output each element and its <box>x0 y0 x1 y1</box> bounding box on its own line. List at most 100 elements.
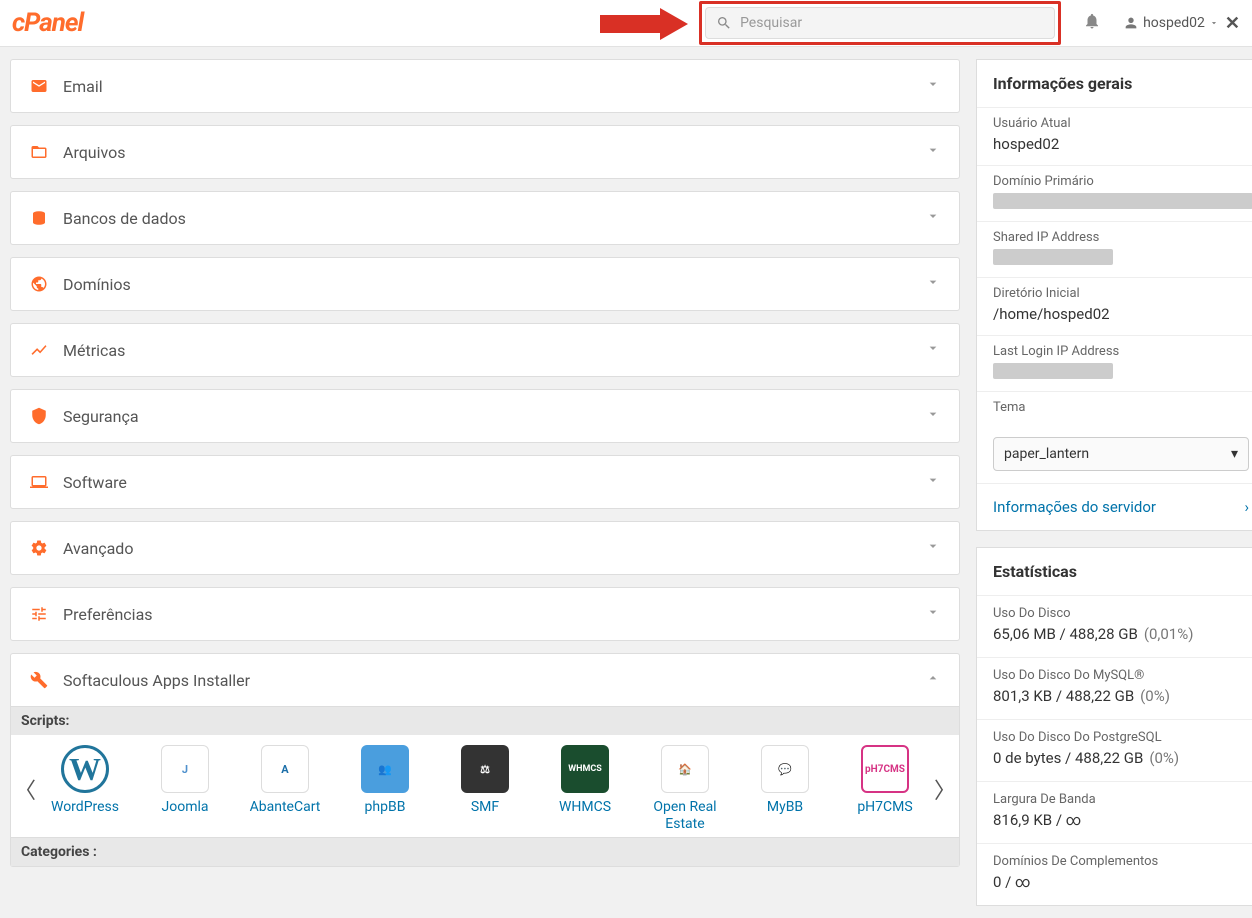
script-label: AbanteCart <box>250 799 321 816</box>
panel-title: Bancos de dados <box>63 209 186 228</box>
chevron-down-icon <box>925 208 941 228</box>
script-wordpress[interactable]: WWordPress <box>35 745 135 833</box>
stat-row: Uso Do Disco Do MySQL®801,3 KB / 488,22 … <box>977 657 1252 719</box>
stat-value: 0 de bytes / 488,22 GB(0%) <box>993 749 1249 767</box>
stat-label: Domínios De Complementos <box>993 854 1249 869</box>
panel-preferences[interactable]: Preferências <box>10 587 960 641</box>
chevron-down-icon <box>925 538 941 558</box>
feature-groups: Email Arquivos Bancos de dados Domínios … <box>10 59 960 867</box>
panel-title: Softaculous Apps Installer <box>63 671 250 690</box>
primary-domain-label: Domínio Primário <box>993 174 1249 189</box>
script-phpbb[interactable]: 👥phpBB <box>335 745 435 833</box>
script-whmcs[interactable]: WHMCS WHMCS <box>535 745 635 833</box>
script-abantecart[interactable]: AAbanteCart <box>235 745 335 833</box>
database-icon <box>29 209 49 227</box>
chart-line-icon <box>29 341 49 359</box>
script-label: Joomla <box>162 799 209 816</box>
script-ph7cms[interactable]: pH7CMS pH7CMS <box>835 745 935 833</box>
theme-value: paper_lantern <box>1004 446 1089 462</box>
app-icon: 💬 <box>761 745 809 793</box>
sliders-icon <box>29 605 49 623</box>
home-dir-value: /home/hosped02 <box>993 305 1249 323</box>
panel-title: Arquivos <box>63 143 126 162</box>
chevron-down-icon <box>925 340 941 360</box>
script-label: SMF <box>471 799 499 816</box>
panel-databases[interactable]: Bancos de dados <box>10 191 960 245</box>
app-icon: 👥 <box>361 745 409 793</box>
stat-label: Uso Do Disco Do PostgreSQL <box>993 730 1249 745</box>
stat-value: 801,3 KB / 488,22 GB(0%) <box>993 687 1249 705</box>
current-user-label: Usuário Atual <box>993 116 1249 131</box>
panel-title: Software <box>63 473 127 492</box>
stat-row: Largura De Banda816,9 KB / ∞ <box>977 781 1252 843</box>
stats-panel: Estatísticas Uso Do Disco65,06 MB / 488,… <box>976 547 1252 906</box>
notifications-icon[interactable] <box>1083 12 1101 34</box>
script-open-real-estate[interactable]: 🏠 Open Real Estate <box>635 745 735 833</box>
panel-email[interactable]: Email <box>10 59 960 113</box>
caret-down-icon <box>1209 18 1219 28</box>
logout-icon[interactable]: ✕ <box>1225 13 1240 34</box>
username-label: hosped02 <box>1143 15 1205 31</box>
scroll-right-button[interactable]: 〉 <box>935 773 955 805</box>
shared-ip-redacted <box>993 249 1113 265</box>
chevron-down-icon <box>925 406 941 426</box>
app-icon: pH7CMS <box>861 745 909 793</box>
search-input[interactable] <box>740 15 1044 31</box>
chevron-down-icon <box>925 76 941 96</box>
panel-security[interactable]: Segurança <box>10 389 960 443</box>
general-info-panel: Informações gerais Usuário Atual hosped0… <box>976 59 1252 531</box>
user-menu[interactable]: hosped02 ✕ <box>1123 13 1240 34</box>
search-highlight-box <box>699 1 1061 45</box>
panel-advanced[interactable]: Avançado <box>10 521 960 575</box>
panel-domains[interactable]: Domínios <box>10 257 960 311</box>
user-icon <box>1123 15 1139 31</box>
laptop-icon <box>29 473 49 491</box>
gears-icon <box>29 539 49 557</box>
panel-software[interactable]: Software <box>10 455 960 509</box>
theme-select[interactable]: paper_lantern ▾ <box>993 437 1249 471</box>
app-icon: ⚖ <box>461 745 509 793</box>
panel-metrics[interactable]: Métricas <box>10 323 960 377</box>
shared-ip-label: Shared IP Address <box>993 230 1249 245</box>
search-box[interactable] <box>705 7 1055 39</box>
cpanel-logo[interactable]: cPanel <box>12 8 83 38</box>
script-mybb[interactable]: 💬MyBB <box>735 745 835 833</box>
script-label: pH7CMS <box>857 799 912 816</box>
chevron-down-icon <box>925 472 941 492</box>
softaculous-header[interactable]: Softaculous Apps Installer <box>11 654 959 706</box>
scripts-carousel: 〈 WWordPress J Joomla AAbanteCart👥phpBB ⚖ SMF… <box>11 735 959 837</box>
home-dir-label: Diretório Inicial <box>993 286 1249 301</box>
app-icon: 🏠 <box>661 745 709 793</box>
script-label: WHMCS <box>559 799 611 816</box>
app-icon: J <box>161 745 209 793</box>
server-info-link[interactable]: Informações do servidor › <box>977 483 1252 530</box>
tools-icon <box>29 671 49 689</box>
script-joomla[interactable]: J Joomla <box>135 745 235 833</box>
search-icon <box>716 15 732 31</box>
theme-label: Tema <box>993 400 1249 415</box>
current-user-value: hosped02 <box>993 135 1249 153</box>
scroll-left-button[interactable]: 〈 <box>15 773 35 805</box>
stat-row: Uso Do Disco 65,06 MB / 488,28 GB(0,01%) <box>977 595 1252 657</box>
stat-label: Largura De Banda <box>993 792 1249 807</box>
envelope-icon <box>29 77 49 95</box>
folder-open-icon <box>29 143 49 161</box>
chevron-down-icon <box>925 142 941 162</box>
app-icon: W <box>61 745 109 793</box>
globe-icon <box>29 275 49 293</box>
primary-domain-redacted <box>993 193 1252 209</box>
panel-title: Email <box>63 77 103 96</box>
last-login-redacted <box>993 363 1113 379</box>
stat-value: 65,06 MB / 488,28 GB(0,01%) <box>993 625 1249 643</box>
panel-softaculous: Softaculous Apps Installer Scripts: 〈 WW… <box>10 653 960 867</box>
panel-title: Domínios <box>63 275 131 294</box>
shield-icon <box>29 407 49 425</box>
panel-files[interactable]: Arquivos <box>10 125 960 179</box>
script-label: Open Real Estate <box>635 799 735 833</box>
stat-label: Uso Do Disco <box>993 606 1249 621</box>
top-header: cPanel hosped02 ✕ <box>0 0 1252 47</box>
panel-title: Preferências <box>63 605 153 624</box>
script-smf[interactable]: ⚖ SMF <box>435 745 535 833</box>
general-info-title: Informações gerais <box>977 60 1252 107</box>
app-icon: WHMCS <box>561 745 609 793</box>
